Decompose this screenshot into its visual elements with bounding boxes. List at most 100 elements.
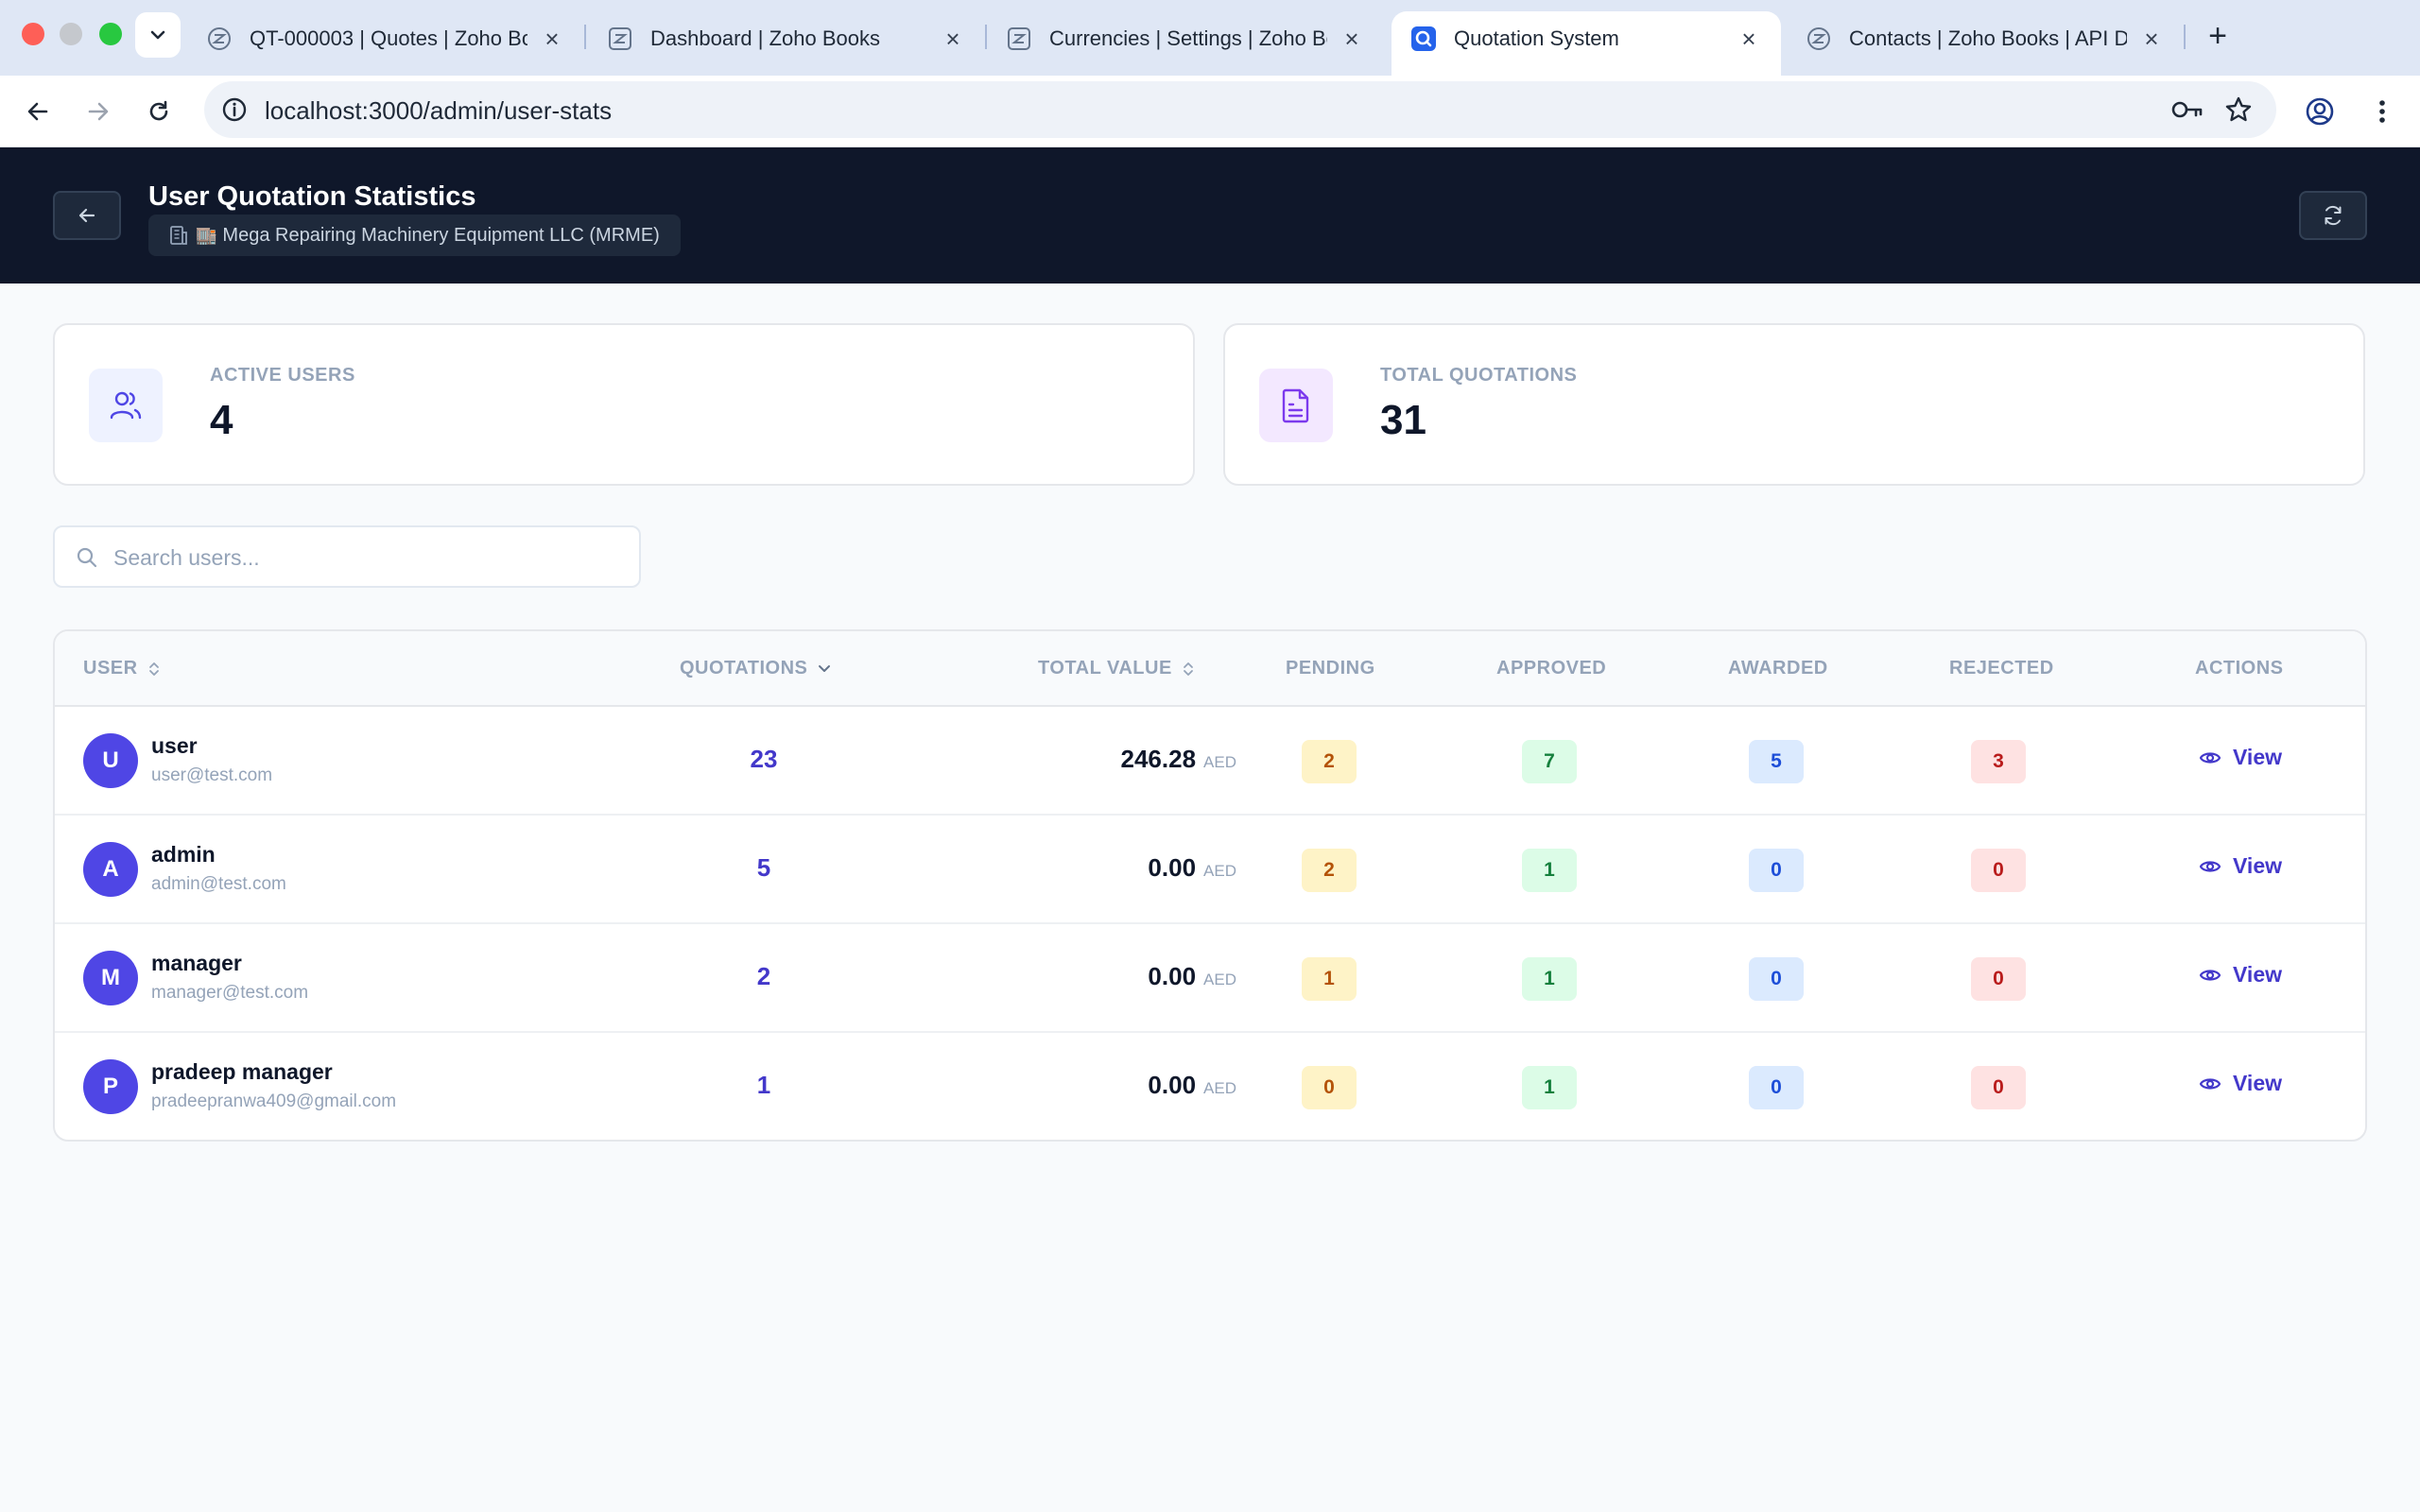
sort-desc-icon (817, 662, 832, 677)
site-info-icon[interactable] (217, 93, 251, 127)
pending-badge: 1 (1302, 957, 1357, 1001)
user-email: user@test.com (151, 765, 273, 785)
address-bar[interactable]: localhost:3000/admin/user-stats (204, 81, 2276, 138)
total-value: 0.00 AED (906, 1071, 1236, 1100)
tab-search-button[interactable] (135, 12, 181, 58)
tab-separator (2184, 25, 2186, 49)
bookmark-star-icon[interactable] (2221, 93, 2256, 127)
zoho-books-icon (1006, 26, 1032, 52)
view-button[interactable]: View (2199, 853, 2282, 879)
user-name: pradeep manager (151, 1059, 333, 1084)
column-header-total-value[interactable]: TOTAL VALUE (1038, 658, 1195, 679)
column-header-quotations[interactable]: QUOTATIONS (680, 658, 832, 679)
column-label: QUOTATIONS (680, 658, 808, 679)
back-button[interactable] (53, 191, 121, 240)
avatar: P (83, 1059, 138, 1114)
approved-badge: 7 (1522, 740, 1577, 783)
tab-title: Contacts | Zoho Books | API Documentatio… (1849, 26, 2127, 50)
users-icon (89, 369, 163, 442)
tab-close-icon[interactable]: × (539, 25, 565, 54)
eye-icon (2199, 747, 2221, 769)
tab-close-icon[interactable]: × (2138, 25, 2165, 54)
quotation-count: 2 (756, 962, 771, 990)
user-name: admin (151, 842, 216, 867)
tab-title: Currencies | Settings | Zoho Books (1049, 26, 1327, 50)
profile-icon (2306, 97, 2334, 126)
profile-button[interactable] (2301, 93, 2339, 130)
user-email: admin@test.com (151, 874, 286, 894)
pending-badge: 0 (1302, 1066, 1357, 1109)
user-email: pradeepranwa409@gmail.com (151, 1091, 397, 1111)
column-header-rejected: REJECTED (1949, 658, 2054, 679)
back-nav-button[interactable] (19, 93, 57, 130)
table-header: USER QUOTATIONS TOTAL VALUE PENDING APPR… (55, 631, 2365, 707)
view-label: View (2233, 962, 2282, 987)
active-users-card: ACTIVE USERS 4 (53, 323, 1195, 486)
zoho-books-icon (607, 26, 633, 52)
tab-quotes-zoho[interactable]: QT-000003 | Quotes | Zoho Books × (187, 11, 584, 66)
quotation-app-icon (1410, 26, 1437, 52)
eye-icon (2199, 964, 2221, 987)
reload-button[interactable] (140, 93, 178, 130)
browser-tab-bar: QT-000003 | Quotes | Zoho Books × Dashbo… (0, 0, 2420, 76)
currency: AED (1203, 753, 1236, 771)
avatar: A (83, 842, 138, 897)
reload-icon (149, 100, 168, 121)
quotation-count: 5 (756, 853, 771, 882)
zoho-books-icon (206, 26, 233, 52)
avatar: M (83, 951, 138, 1005)
view-label: View (2233, 853, 2282, 878)
view-button[interactable]: View (2199, 745, 2282, 770)
arrow-left-icon (27, 102, 48, 121)
table-row: P pradeep manager pradeepranwa409@gmail.… (55, 1033, 2365, 1140)
password-key-icon[interactable] (2170, 93, 2204, 127)
refresh-icon (2325, 205, 2342, 226)
tab-title: Dashboard | Zoho Books (650, 26, 880, 50)
store-emoji-icon: 🏬 (196, 225, 217, 245)
total-quotations-card: TOTAL QUOTATIONS 31 (1223, 323, 2365, 486)
table-row: U user user@test.com 23 246.28 AED 2 7 5 … (55, 707, 2365, 816)
tab-dashboard-zoho[interactable]: Dashboard | Zoho Books × (588, 11, 985, 66)
tab-quotation-system[interactable]: Quotation System × (1392, 11, 1781, 76)
tab-close-icon[interactable]: × (1339, 25, 1365, 54)
view-label: View (2233, 745, 2282, 769)
approved-badge: 1 (1522, 849, 1577, 892)
pending-badge: 2 (1302, 849, 1357, 892)
window-maximize-button[interactable] (99, 23, 122, 45)
amount: 0.00 (1148, 962, 1197, 990)
arrow-right-icon (88, 102, 109, 121)
column-header-user[interactable]: USER (83, 658, 161, 679)
awarded-badge: 5 (1749, 740, 1804, 783)
column-header-pending: PENDING (1286, 658, 1375, 679)
window-close-button[interactable] (22, 23, 44, 45)
window-minimize-button[interactable] (60, 23, 82, 45)
sort-icon (1182, 661, 1195, 678)
eye-icon (2199, 1073, 2221, 1095)
awarded-badge: 0 (1749, 957, 1804, 1001)
tab-title: QT-000003 | Quotes | Zoho Books (250, 26, 527, 50)
currency: AED (1203, 862, 1236, 880)
user-name: manager (151, 951, 242, 975)
stat-label: TOTAL QUOTATIONS (1380, 365, 1578, 386)
view-button[interactable]: View (2199, 962, 2282, 988)
column-header-approved: APPROVED (1496, 658, 1607, 679)
refresh-button[interactable] (2299, 191, 2367, 240)
rejected-badge: 3 (1971, 740, 2026, 783)
stat-value: 4 (210, 397, 233, 443)
tab-close-icon[interactable]: × (940, 25, 966, 54)
browser-menu-button[interactable] (2363, 93, 2401, 130)
currency: AED (1203, 1079, 1236, 1097)
more-vertical-icon (2379, 100, 2385, 123)
arrow-left-icon (78, 208, 95, 223)
view-label: View (2233, 1071, 2282, 1095)
new-tab-button[interactable]: + (2199, 17, 2237, 55)
tab-close-icon[interactable]: × (1736, 25, 1762, 54)
chevron-down-icon (150, 30, 165, 40)
quotation-count: 23 (750, 745, 778, 773)
forward-nav-button[interactable] (79, 93, 117, 130)
view-button[interactable]: View (2199, 1071, 2282, 1096)
tab-contacts-zoho[interactable]: Contacts | Zoho Books | API Documentatio… (1787, 11, 2184, 66)
company-badge: 🏬 Mega Repairing Machinery Equipment LLC… (148, 215, 681, 256)
search-input[interactable] (113, 537, 624, 578)
tab-currencies-zoho[interactable]: Currencies | Settings | Zoho Books × (987, 11, 1384, 66)
